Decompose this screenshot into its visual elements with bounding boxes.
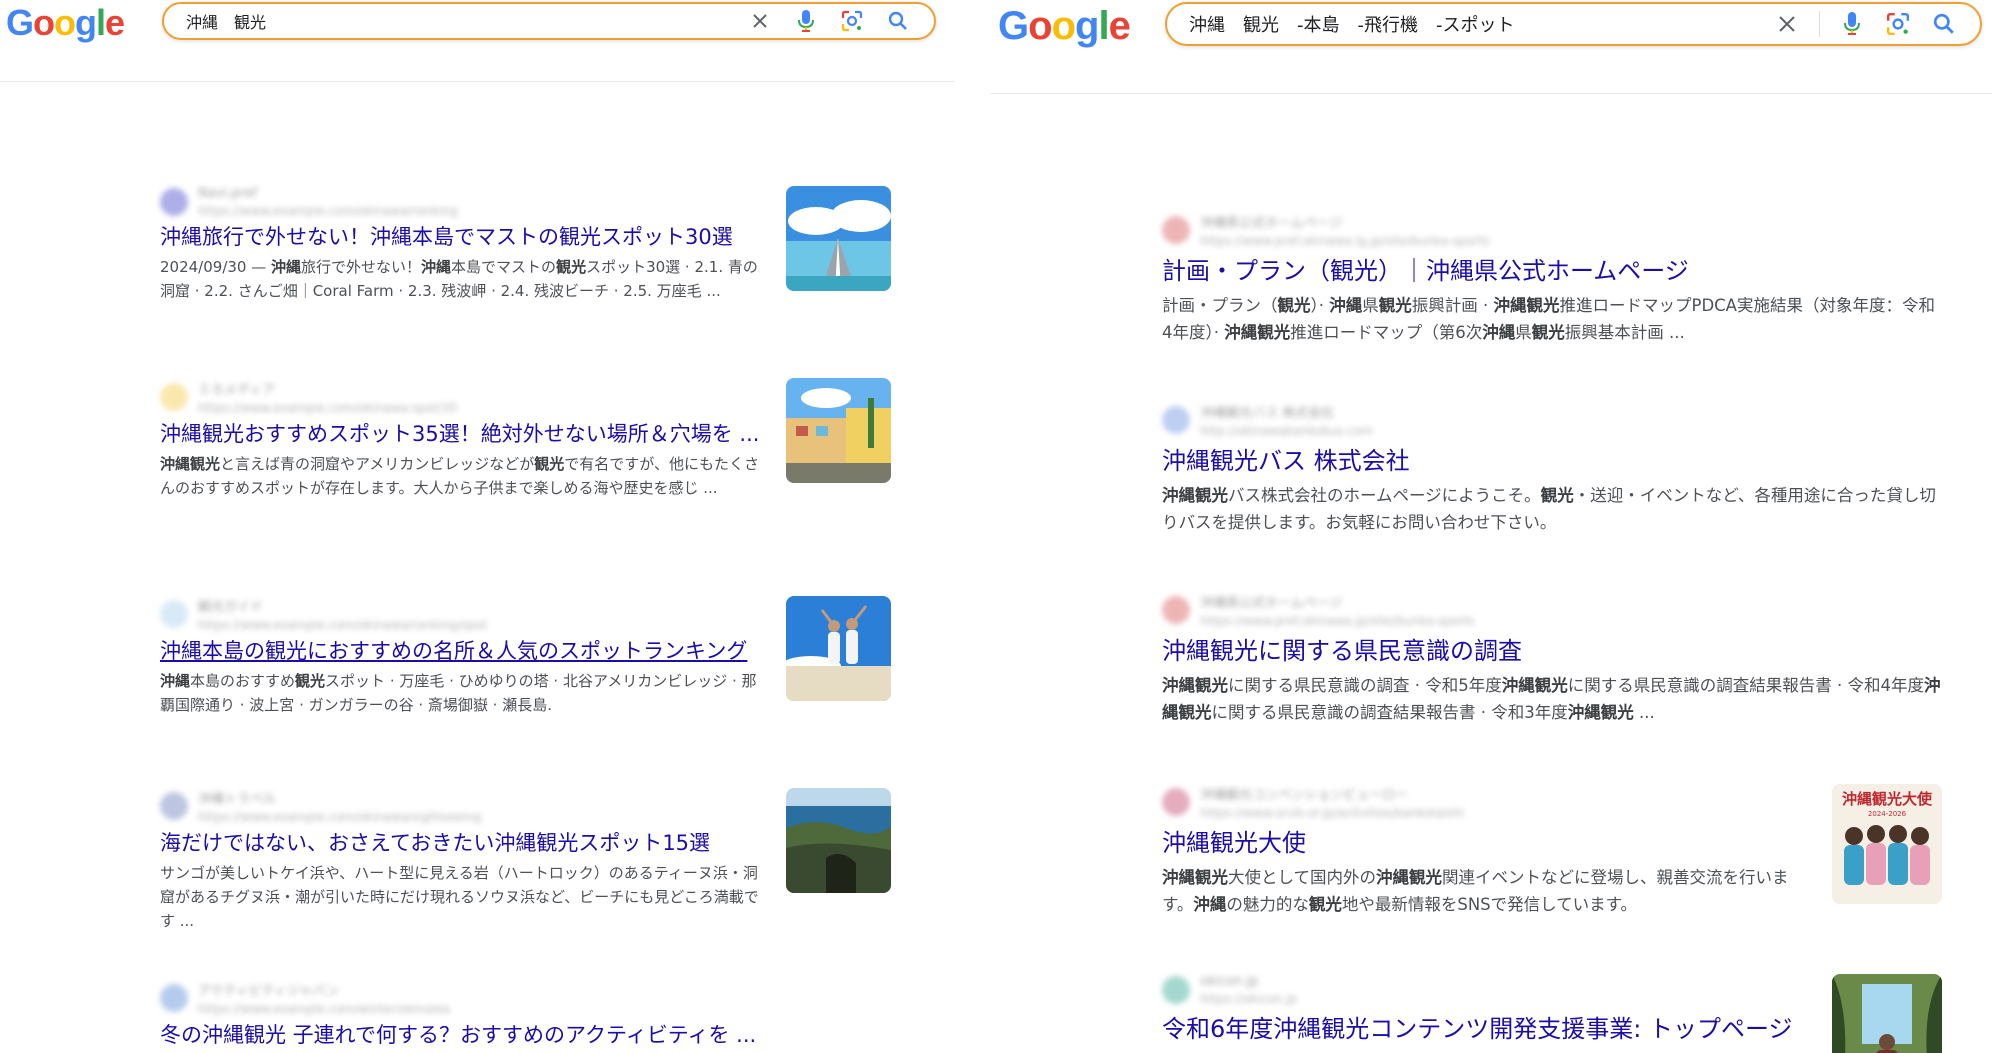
result-title-link[interactable]: 計画・プラン（観光）｜沖縄県公式ホームページ — [1162, 256, 1942, 287]
site-url: https://www.ocvb.or.jp/activities/kankot… — [1200, 806, 1464, 820]
result-snippet: 沖縄本島のおすすめ観光スポット · 万座毛 · ひめゆりの塔 · 北谷アメリカン… — [160, 672, 757, 715]
result-thumbnail[interactable] — [786, 788, 891, 893]
result-snippet: 沖縄観光に関する県民意識の調査 · 令和5年度沖縄観光に関する県民意識の調査結果… — [1162, 676, 1941, 722]
site-name: 沖縄観光バス 株式会社 — [1200, 406, 1335, 421]
search-result: 沖縄観光バス 株式会社 http://okinawakankobus.com 沖… — [1162, 402, 1942, 536]
divider — [1819, 11, 1820, 37]
result-cite[interactable]: okicon.jp https://okicon.jp — [1162, 974, 1802, 1006]
result-snippet: 沖縄観光大使として国内外の沖縄観光関連イベントなどに登場し、親善交流を行います。… — [1162, 868, 1789, 914]
search-box-icons — [746, 7, 934, 35]
favicon-icon — [1162, 596, 1190, 624]
lens-icon[interactable] — [838, 7, 866, 35]
left-header: Google — [0, 0, 955, 82]
search-result: アクティビティジャパン https://www.example.com/wint… — [160, 980, 900, 1053]
google-logo[interactable]: Google — [6, 2, 125, 44]
mic-icon[interactable] — [792, 7, 820, 35]
search-input[interactable] — [164, 11, 746, 31]
site-name: Navi.pref — [198, 186, 258, 201]
result-title-link[interactable]: 沖縄旅行で外せない！沖縄本島でマストの観光スポット30選 — [160, 224, 766, 251]
result-cite[interactable]: 沖縄トラベル https://www.example.com/okinawa/s… — [160, 788, 766, 824]
result-cite[interactable]: 沖縄県公式ホームページ https://www.pref.okinawa.lg.… — [1162, 212, 1942, 248]
result-thumbnail[interactable] — [786, 378, 891, 483]
google-logo[interactable]: Google — [998, 4, 1131, 49]
favicon-icon — [160, 188, 188, 216]
result-thumbnail[interactable]: 沖縄観光大使 2024-2026 — [1832, 784, 1942, 904]
right-search-page: Google 沖縄 観光 -本島 -飛行機 -スポット 沖縄県公式ホームページ … — [990, 0, 1992, 1053]
site-url: https://www.pref.okinawa.jp/site/bunka-s… — [1200, 614, 1475, 628]
site-url: https://www.example.com/okinawa/ranking — [198, 204, 458, 218]
site-name: 沖縄トラベル — [198, 792, 277, 807]
result-cite[interactable]: アクティビティジャパン https://www.example.com/wint… — [160, 980, 900, 1016]
result-title-link[interactable]: 沖縄観光に関する県民意識の調査 — [1162, 636, 1942, 667]
result-cite[interactable]: 沖縄観光バス 株式会社 http://okinawakankobus.com — [1162, 402, 1942, 438]
favicon-icon — [1162, 216, 1190, 244]
search-box-icons — [1773, 10, 1980, 38]
site-url: https://www.example.com/winter/okinawa — [198, 1002, 450, 1016]
result-title-link[interactable]: 沖縄本島の観光におすすめの名所＆人気のスポットランキング — [160, 638, 766, 665]
thumb-title: 沖縄観光大使 — [1842, 790, 1933, 808]
search-box — [162, 2, 936, 40]
result-snippet: 計画・プラン（観光）· 沖縄県観光振興計画 · 沖縄観光推進ロードマップPDCA… — [1162, 296, 1935, 342]
search-result: 観光ガイド https://www.example.com/okinawa/ra… — [160, 596, 766, 717]
favicon-icon — [160, 383, 188, 411]
search-result: ミカメディア https://www.example.com/okinawa-s… — [160, 379, 766, 500]
result-thumbnail[interactable] — [1832, 974, 1942, 1053]
mic-icon[interactable] — [1838, 10, 1866, 38]
search-result: 沖縄県公式ホームページ https://www.pref.okinawa.jp/… — [1162, 592, 1942, 726]
site-url: https://okicon.jp — [1200, 992, 1297, 1006]
left-search-page: Google 沖縄 観光 Navi.pref https://www.examp… — [0, 0, 955, 1053]
search-result: 沖縄観光コンベンションビューロー https://www.ocvb.or.jp/… — [1162, 784, 1802, 918]
result-title-link[interactable]: 沖縄観光バス 株式会社 — [1162, 446, 1942, 477]
result-cite[interactable]: 沖縄県公式ホームページ https://www.pref.okinawa.jp/… — [1162, 592, 1942, 628]
site-name: 沖縄県公式ホームページ — [1200, 216, 1343, 231]
site-url: http://okinawakankobus.com — [1200, 424, 1373, 438]
result-title-link[interactable]: 沖縄観光おすすめスポット35選！絶対外せない場所＆穴場を ... — [160, 421, 766, 448]
search-icon[interactable] — [1930, 10, 1958, 38]
result-title-link[interactable]: 沖縄観光大使 — [1162, 828, 1802, 859]
site-url: https://www.example.com/okinawa-spot/35 — [198, 401, 458, 415]
favicon-icon — [1162, 976, 1190, 1004]
clear-icon[interactable] — [746, 7, 774, 35]
result-cite[interactable]: ミカメディア https://www.example.com/okinawa-s… — [160, 379, 766, 415]
favicon-icon — [160, 600, 188, 628]
thumb-years: 2024-2026 — [1868, 810, 1907, 818]
right-header: Google — [990, 0, 1992, 94]
site-url: https://www.example.com/okinawa/ranking/… — [198, 618, 488, 632]
result-thumbnail[interactable] — [786, 596, 891, 701]
clear-icon[interactable] — [1773, 10, 1801, 38]
favicon-icon — [160, 984, 188, 1012]
lens-icon[interactable] — [1884, 10, 1912, 38]
result-cite[interactable]: 観光ガイド https://www.example.com/okinawa/ra… — [160, 596, 766, 632]
search-icon[interactable] — [884, 7, 912, 35]
search-input[interactable] — [1167, 13, 1773, 35]
result-thumbnail[interactable] — [786, 186, 891, 291]
result-snippet: 2024/09/30 — 沖縄旅行で外せない！沖縄本島でマストの観光スポット30… — [160, 258, 758, 301]
result-title-link[interactable]: 令和6年度沖縄観光コンテンツ開発支援事業: トップページ — [1162, 1014, 1802, 1045]
search-result: 沖縄トラベル https://www.example.com/okinawa/s… — [160, 788, 766, 933]
result-cite[interactable]: Navi.pref https://www.example.com/okinaw… — [160, 186, 766, 218]
site-name: 沖縄県公式ホームページ — [1200, 596, 1343, 611]
favicon-icon — [1162, 406, 1190, 434]
site-url: https://www.pref.okinawa.lg.jp/site/bunk… — [1200, 234, 1490, 248]
search-result: okicon.jp https://okicon.jp 令和6年度沖縄観光コンテ… — [1162, 974, 1802, 1053]
site-name: okicon.jp — [1200, 974, 1259, 989]
result-snippet: 沖縄観光バス株式会社のホームページにようこそ。観光・送迎・イベントなど、各種用途… — [1162, 486, 1936, 532]
search-box — [1165, 2, 1982, 46]
result-snippet: 沖縄観光と言えば青の洞窟やアメリカンビレッジなどが観光で有名ですが、他にもたくさ… — [160, 455, 759, 498]
site-name: 沖縄観光コンベンションビューロー — [1200, 788, 1409, 803]
result-title-link[interactable]: 海だけではない、おさえておきたい沖縄観光スポット15選 — [160, 830, 766, 857]
result-snippet: サンゴが美しいトケイ浜や、ハート型に見える岩（ハートロック）のあるティーヌ浜・洞… — [160, 864, 759, 931]
search-result: Navi.pref https://www.example.com/okinaw… — [160, 186, 766, 303]
site-name: 観光ガイド — [198, 600, 264, 615]
site-name: アクティビティジャパン — [198, 984, 339, 999]
favicon-icon — [1162, 788, 1190, 816]
result-title-link[interactable]: 冬の沖縄観光 子連れで何する？おすすめのアクティビティを ... — [160, 1022, 900, 1049]
favicon-icon — [160, 792, 188, 820]
site-url: https://www.example.com/okinawa/sightsee… — [198, 810, 482, 824]
site-name: ミカメディア — [198, 383, 276, 398]
result-cite[interactable]: 沖縄観光コンベンションビューロー https://www.ocvb.or.jp/… — [1162, 784, 1802, 820]
search-result: 沖縄県公式ホームページ https://www.pref.okinawa.lg.… — [1162, 212, 1942, 346]
